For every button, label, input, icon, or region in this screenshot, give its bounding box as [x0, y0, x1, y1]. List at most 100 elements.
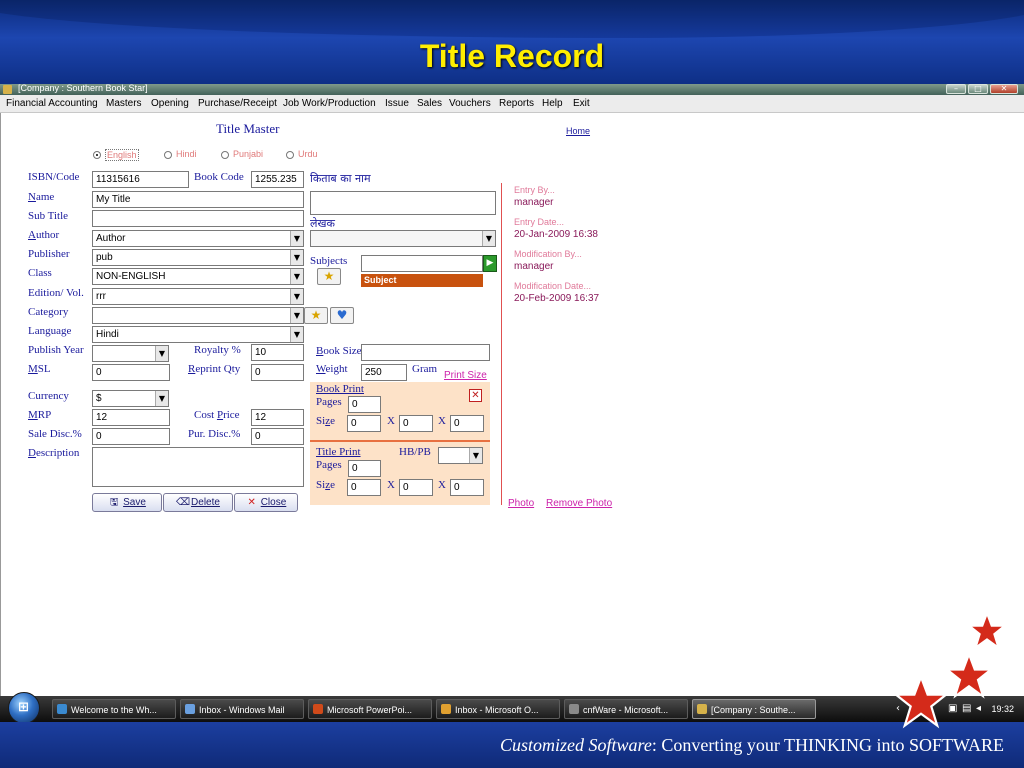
weight-input[interactable]: 250 — [361, 364, 407, 381]
taskbar-item[interactable]: cnfWare - Microsoft... — [564, 699, 688, 719]
chevron-down-icon: ▼ — [155, 391, 168, 406]
star-icon[interactable]: ★ — [304, 307, 328, 324]
network-icon[interactable]: ▣ — [948, 703, 957, 714]
menu-help[interactable]: Help — [542, 98, 563, 109]
reprint-qty-label: Reprint Qty — [188, 363, 241, 375]
publisher-label: Publisher — [28, 248, 70, 260]
taskbar-item[interactable]: Welcome to the Wh... — [52, 699, 176, 719]
subtitle-input[interactable] — [92, 210, 304, 227]
hindi-author-select[interactable]: ▼ — [310, 230, 496, 247]
slide-title: Title Record — [419, 38, 605, 74]
category-select[interactable]: ▼ — [92, 307, 304, 324]
subjects-input[interactable] — [361, 255, 483, 272]
hindi-title-input[interactable] — [310, 191, 496, 215]
book-print-pages-input[interactable]: 0 — [348, 396, 381, 413]
currency-select[interactable]: $ ▼ — [92, 390, 169, 407]
home-link[interactable]: Home — [566, 126, 590, 136]
pur-disc-input[interactable]: 0 — [251, 428, 304, 445]
radio-punjabi[interactable] — [221, 151, 229, 159]
footer-tagline: Customized Software: Converting your THI… — [500, 735, 1004, 756]
menu-financial-accounting[interactable]: Financial Accounting — [6, 98, 98, 109]
window-close-button[interactable]: ✕ — [990, 84, 1018, 94]
class-select[interactable]: NON-ENGLISH ▼ — [92, 268, 304, 285]
maximize-button[interactable]: □ — [968, 84, 988, 94]
monitor-icon[interactable]: ▤ — [962, 703, 971, 714]
menu-issue[interactable]: Issue — [385, 98, 409, 109]
hbpb-select[interactable]: ▼ — [438, 447, 483, 464]
remove-photo-link[interactable]: Remove Photo — [546, 498, 612, 509]
gram-label: Gram — [412, 363, 438, 375]
close-icon[interactable]: ✕ — [469, 389, 482, 402]
play-arrow-icon[interactable]: ▶ — [483, 255, 497, 272]
description-textarea[interactable] — [92, 447, 304, 487]
book-print-size-b[interactable]: 0 — [399, 415, 433, 432]
title-print-pages-input[interactable]: 0 — [348, 460, 381, 477]
book-print-size-a[interactable]: 0 — [347, 415, 381, 432]
heart-icon[interactable]: ♥ — [330, 307, 354, 324]
outlook-icon — [441, 704, 451, 714]
menu-purchase-receipt[interactable]: Purchase/Receipt — [198, 98, 277, 109]
msl-input[interactable]: 0 — [92, 364, 170, 381]
subjects-label: Subjects — [310, 255, 348, 267]
category-label: Category — [28, 306, 69, 318]
photo-link[interactable]: Photo — [508, 498, 534, 509]
cost-price-label: Cost Price — [194, 409, 240, 421]
weight-label: Weight — [316, 363, 348, 375]
start-button[interactable]: ⊞ — [8, 692, 40, 724]
chevron-down-icon: ▼ — [290, 327, 303, 342]
radio-english[interactable] — [93, 151, 101, 159]
isbn-label: ISBN/Code — [28, 171, 80, 183]
close-button[interactable]: ✕ Close — [234, 493, 298, 512]
hbpb-label: HB/PB — [399, 446, 431, 458]
book-code-input[interactable]: 1255.235 — [251, 171, 304, 188]
star-icon — [945, 652, 993, 699]
sale-disc-label: Sale Disc.% — [28, 428, 82, 440]
delete-button[interactable]: ⌫Delete — [163, 493, 233, 512]
publish-year-select[interactable]: ▼ — [92, 345, 169, 362]
reprint-qty-input[interactable]: 0 — [251, 364, 304, 381]
radio-urdu[interactable] — [286, 151, 294, 159]
star-icon — [968, 612, 1006, 649]
taskbar-item[interactable]: Inbox - Microsoft O... — [436, 699, 560, 719]
language-select[interactable]: Hindi ▼ — [92, 326, 304, 343]
author-select[interactable]: Author ▼ — [92, 230, 304, 247]
minimize-button[interactable]: – — [946, 84, 966, 94]
edition-select[interactable]: rrr ▼ — [92, 288, 304, 305]
clock[interactable]: 19:32 — [991, 704, 1014, 714]
isbn-input[interactable]: 11315616 — [92, 171, 189, 188]
header-swoosh — [0, 0, 1024, 38]
radio-hindi[interactable] — [164, 151, 172, 159]
menu-sales[interactable]: Sales — [417, 98, 442, 109]
save-button[interactable]: 🖫 Save — [92, 493, 162, 512]
chevron-down-icon: ▼ — [290, 289, 303, 304]
taskbar-item[interactable]: Microsoft PowerPoi... — [308, 699, 432, 719]
menu-vouchers[interactable]: Vouchers — [449, 98, 491, 109]
name-input[interactable]: My Title — [92, 191, 304, 208]
volume-icon[interactable]: ◂ — [976, 703, 981, 714]
menu-opening[interactable]: Opening — [151, 98, 189, 109]
star-icon[interactable]: ★ — [317, 268, 341, 285]
taskbar-item[interactable]: Inbox - Windows Mail — [180, 699, 304, 719]
menu-exit[interactable]: Exit — [573, 98, 590, 109]
title-print-size-c[interactable]: 0 — [450, 479, 484, 496]
menu-job-work-production[interactable]: Job Work/Production — [283, 98, 376, 109]
msl-label: MSL — [28, 363, 51, 375]
mrp-input[interactable]: 12 — [92, 409, 170, 426]
book-size-input[interactable] — [361, 344, 490, 361]
edition-label: Edition/ Vol. — [28, 287, 84, 299]
x-label: X — [387, 415, 395, 427]
taskbar-item-active[interactable]: [Company : Southe... — [692, 699, 816, 719]
book-print-size-c[interactable]: 0 — [450, 415, 484, 432]
publisher-select[interactable]: pub ▼ — [92, 249, 304, 266]
title-print-size-b[interactable]: 0 — [399, 479, 433, 496]
title-print-size-a[interactable]: 0 — [347, 479, 381, 496]
taskbar: ⊞ Welcome to the Wh... Inbox - Windows M… — [0, 692, 1024, 724]
window-titlebar: [Company : Southern Book Star] – □ ✕ — [0, 83, 1024, 95]
menu-masters[interactable]: Masters — [106, 98, 142, 109]
cost-price-input[interactable]: 12 — [251, 409, 304, 426]
sale-disc-input[interactable]: 0 — [92, 428, 170, 445]
royalty-input[interactable]: 10 — [251, 344, 304, 361]
menu-reports[interactable]: Reports — [499, 98, 534, 109]
form-heading: Title Master — [216, 121, 280, 136]
print-size-link[interactable]: Print Size — [444, 370, 487, 381]
